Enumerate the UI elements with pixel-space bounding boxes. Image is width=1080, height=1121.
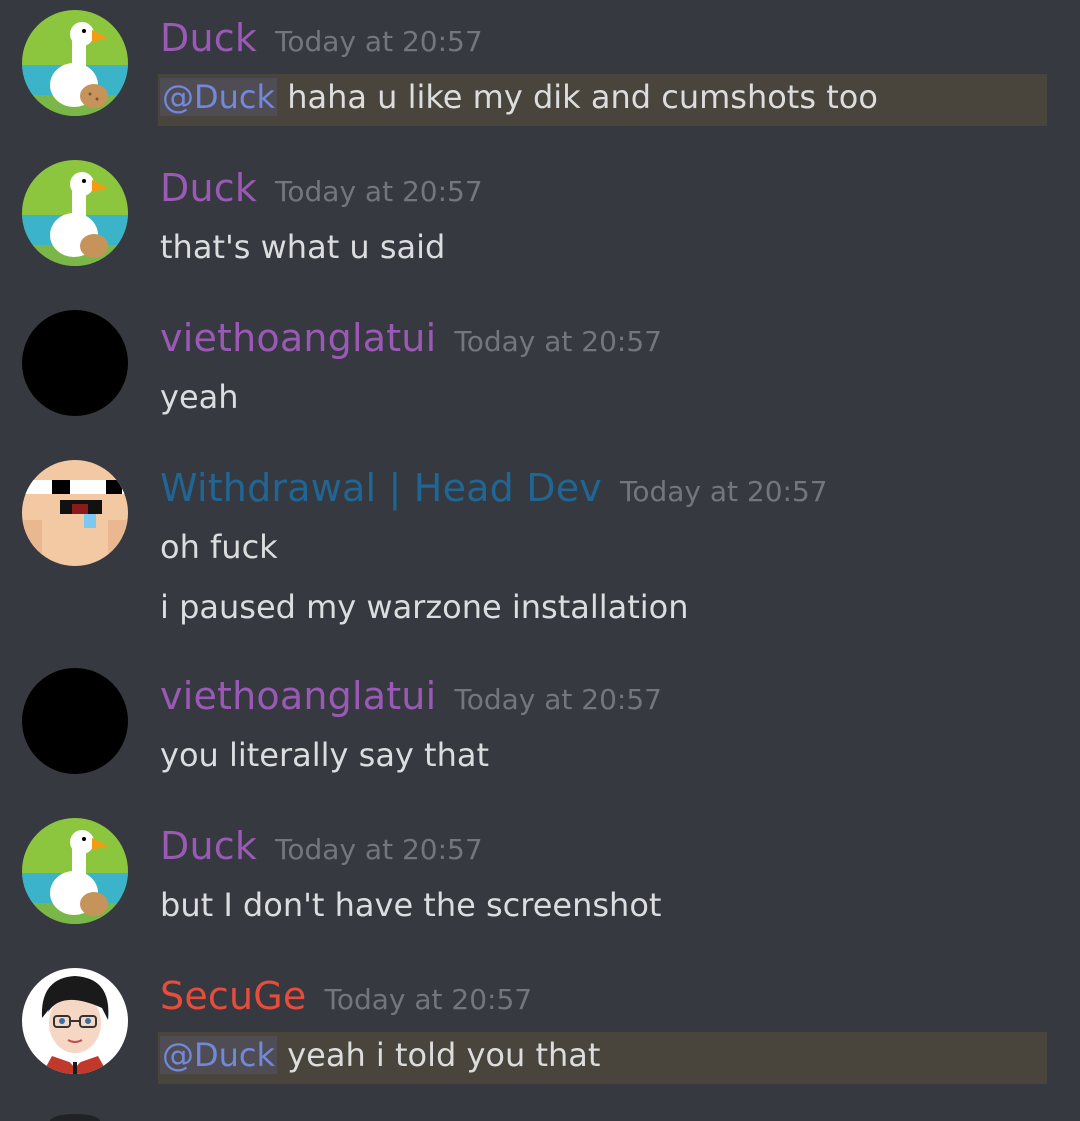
message-text: oh fuck xyxy=(160,528,278,566)
timestamp: Today at 20:57 xyxy=(324,983,533,1016)
username[interactable]: viethoanglatui xyxy=(160,674,436,718)
message-text: that's what u said xyxy=(160,228,446,266)
anime-boy-avatar-icon[interactable] xyxy=(22,968,128,1074)
mention-highlight: @Duck haha u like my dik and cumshots to… xyxy=(158,74,1047,126)
message-text: @Duck yeah i told you that xyxy=(160,1036,600,1074)
timestamp: Today at 20:57 xyxy=(454,683,662,716)
chat-messages: Duck Today at 20:57 @Duck haha u like my… xyxy=(0,0,1080,1121)
username[interactable]: Withdrawal | Head Dev xyxy=(160,466,602,510)
message-text: yeah xyxy=(160,378,239,416)
message-text: i paused my warzone installation xyxy=(160,588,689,626)
goose-avatar-icon[interactable] xyxy=(22,818,128,924)
black-circle-avatar-icon[interactable] xyxy=(22,668,128,774)
username[interactable]: Duck xyxy=(160,824,257,868)
user-mention[interactable]: @Duck xyxy=(160,1036,278,1074)
user-mention[interactable]: @Duck xyxy=(160,78,278,116)
timestamp: Today at 20:57 xyxy=(275,175,483,208)
username[interactable]: Duck xyxy=(160,166,257,210)
goose-avatar-icon[interactable] xyxy=(22,10,128,116)
black-circle-avatar-icon[interactable] xyxy=(22,310,128,416)
pixel-face-avatar-icon[interactable] xyxy=(22,460,128,566)
username[interactable]: SecuGe xyxy=(160,974,307,1018)
mention-highlight: @Duck yeah i told you that xyxy=(158,1032,1047,1084)
timestamp: Today at 20:57 xyxy=(275,25,483,58)
message-text: you literally say that xyxy=(160,736,490,774)
partial-avatar-icon xyxy=(50,1114,100,1121)
timestamp: Today at 20:57 xyxy=(275,833,483,866)
message-text: @Duck haha u like my dik and cumshots to… xyxy=(160,78,878,116)
message-content: yeah i told you that xyxy=(277,1036,601,1074)
message-text: but I don't have the screenshot xyxy=(160,886,662,924)
username[interactable]: viethoanglatui xyxy=(160,316,436,360)
timestamp: Today at 20:57 xyxy=(454,325,662,358)
timestamp: Today at 20:57 xyxy=(619,475,828,508)
username[interactable]: Duck xyxy=(160,16,257,60)
goose-avatar-icon[interactable] xyxy=(22,160,128,266)
message-content: haha u like my dik and cumshots too xyxy=(277,78,878,116)
